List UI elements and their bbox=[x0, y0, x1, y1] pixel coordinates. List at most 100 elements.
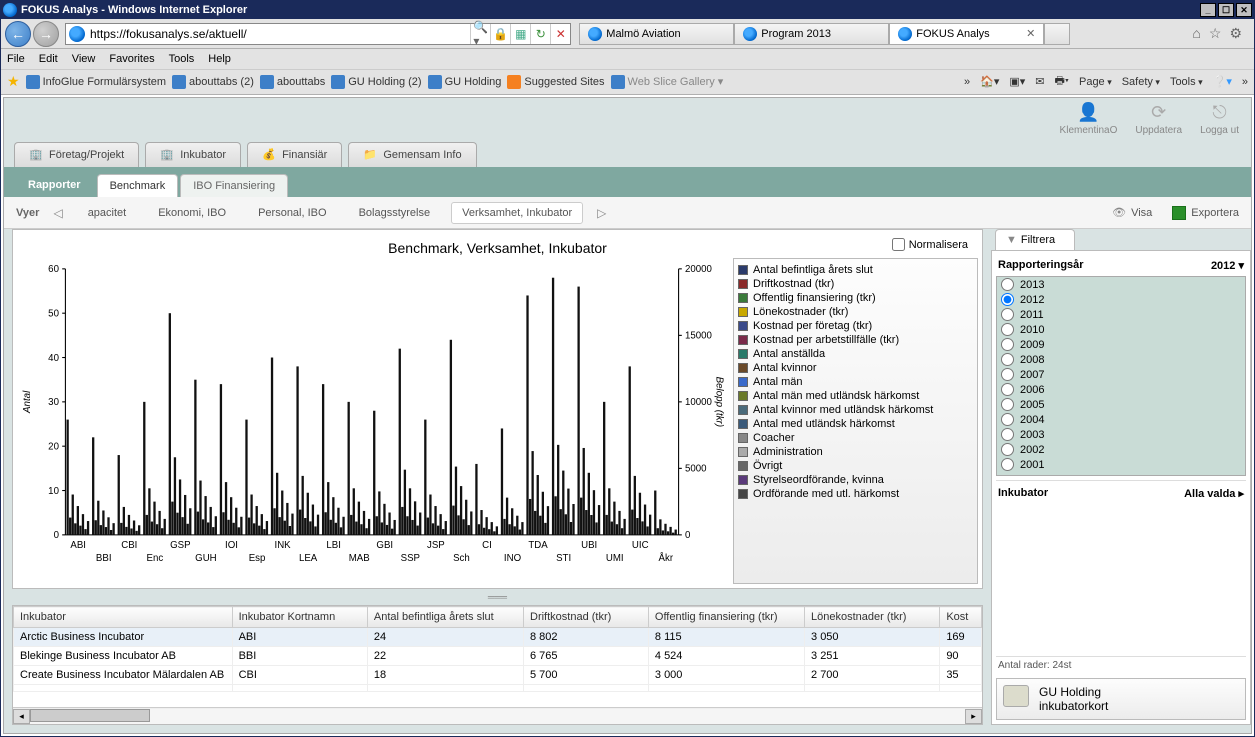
year-list[interactable]: 2013201220112010200920082007200620052004… bbox=[996, 276, 1246, 476]
grid-column-header[interactable]: Lönekostnader (tkr) bbox=[805, 607, 940, 628]
year-option[interactable]: 2009 bbox=[997, 337, 1245, 352]
refresh-action[interactable]: ⟳Uppdatera bbox=[1135, 102, 1182, 136]
year-option[interactable]: 2003 bbox=[997, 427, 1245, 442]
favorites-star-icon[interactable]: ☆ bbox=[1209, 25, 1222, 42]
home-icon[interactable]: ⌂ bbox=[1192, 25, 1200, 42]
chevrons-icon[interactable]: » bbox=[964, 76, 970, 88]
normalize-checkbox[interactable]: Normalisera bbox=[892, 238, 968, 251]
fav-guholding[interactable]: GU Holding bbox=[428, 75, 502, 89]
legend-item[interactable]: Antal män bbox=[738, 375, 973, 389]
year-option[interactable]: 2007 bbox=[997, 367, 1245, 382]
view-kapacitet[interactable]: apacitet bbox=[77, 202, 138, 224]
legend-item[interactable]: Styrelseordförande, kvinna bbox=[738, 473, 973, 487]
search-dropdown-icon[interactable]: 🔍▾ bbox=[470, 24, 490, 44]
url-input[interactable] bbox=[88, 27, 470, 41]
fav-infoglue[interactable]: InfoGlue Formulärsystem bbox=[26, 75, 166, 89]
year-option[interactable]: 2005 bbox=[997, 397, 1245, 412]
grid-column-header[interactable]: Antal befintliga årets slut bbox=[367, 607, 523, 628]
address-bar[interactable]: 🔍▾ 🔒 ▦ ↻ ✕ bbox=[65, 23, 571, 45]
chart-legend[interactable]: Antal befintliga årets slutDriftkostnad … bbox=[733, 258, 978, 584]
filter-inkubator-value[interactable]: Alla valda ▸ bbox=[1184, 487, 1244, 500]
gu-holding-card[interactable]: GU Holdinginkubatorkort bbox=[996, 678, 1246, 720]
year-option[interactable]: 2002 bbox=[997, 442, 1245, 457]
tools-menu[interactable]: Tools bbox=[1170, 76, 1203, 88]
filter-tab[interactable]: ▼Filtrera bbox=[995, 229, 1075, 250]
chevrons-icon[interactable]: » bbox=[1242, 76, 1248, 88]
logout-action[interactable]: ⎋Logga ut bbox=[1200, 102, 1239, 136]
back-button[interactable]: ← bbox=[5, 21, 31, 47]
ie-new-tab[interactable] bbox=[1044, 23, 1070, 45]
filter-year-value[interactable]: 2012 ▾ bbox=[1211, 259, 1244, 272]
exportera-action[interactable]: Exportera bbox=[1172, 206, 1239, 220]
ie-tab-malmo[interactable]: Malmö Aviation bbox=[579, 23, 734, 45]
table-row[interactable]: Create Business Incubator Mälardalen ABC… bbox=[14, 666, 982, 685]
scroll-thumb[interactable] bbox=[30, 709, 150, 722]
stop-button[interactable]: ✕ bbox=[550, 24, 570, 44]
year-option[interactable]: 2013 bbox=[997, 277, 1245, 292]
user-menu[interactable]: 👤KlementinaO bbox=[1060, 102, 1118, 136]
safety-menu[interactable]: Safety bbox=[1122, 76, 1160, 88]
maximize-button[interactable]: ☐ bbox=[1218, 3, 1234, 17]
fav-abouttabs2[interactable]: abouttabs (2) bbox=[172, 75, 254, 89]
security-lock-icon[interactable]: 🔒 bbox=[490, 24, 510, 44]
table-row[interactable]: Blekinge Business Incubator ABBBI226 765… bbox=[14, 647, 982, 666]
view-ekonomi[interactable]: Ekonomi, IBO bbox=[147, 202, 237, 224]
legend-item[interactable]: Antal anställda bbox=[738, 347, 973, 361]
refresh-button[interactable]: ↻ bbox=[530, 24, 550, 44]
home-dropdown-icon[interactable]: 🏠▾ bbox=[980, 75, 999, 88]
legend-item[interactable]: Kostnad per företag (tkr) bbox=[738, 319, 973, 333]
table-row[interactable] bbox=[14, 685, 982, 692]
splitter-handle[interactable]: ═══ bbox=[12, 593, 983, 601]
menu-help[interactable]: Help bbox=[208, 53, 231, 65]
legend-item[interactable]: Kostnad per arbetstillfälle (tkr) bbox=[738, 333, 973, 347]
legend-item[interactable]: Driftkostnad (tkr) bbox=[738, 277, 973, 291]
legend-item[interactable]: Övrigt bbox=[738, 459, 973, 473]
year-option[interactable]: 2010 bbox=[997, 322, 1245, 337]
add-favorite-icon[interactable]: ★ bbox=[7, 73, 20, 90]
tab-ibo-finansiering[interactable]: IBO Finansiering bbox=[180, 174, 288, 197]
grid-column-header[interactable]: Kost bbox=[940, 607, 982, 628]
view-bolagsstyrelse[interactable]: Bolagsstyrelse bbox=[348, 202, 442, 224]
menu-favorites[interactable]: Favorites bbox=[109, 53, 154, 65]
view-scroll-left[interactable]: ◁ bbox=[49, 206, 66, 220]
visa-action[interactable]: 👁Visa bbox=[1112, 206, 1152, 220]
print-icon[interactable]: 🖶▾ bbox=[1055, 72, 1069, 91]
view-personal[interactable]: Personal, IBO bbox=[247, 202, 337, 224]
page-menu[interactable]: Page bbox=[1079, 76, 1112, 88]
close-button[interactable]: ✕ bbox=[1236, 3, 1252, 17]
legend-item[interactable]: Lönekostnader (tkr) bbox=[738, 305, 973, 319]
tab-foretag[interactable]: 🏢Företag/Projekt bbox=[14, 142, 139, 167]
fav-suggested[interactable]: Suggested Sites bbox=[507, 75, 604, 89]
mail-icon[interactable]: ✉ bbox=[1035, 75, 1044, 88]
help-icon[interactable]: ❔▾ bbox=[1213, 75, 1232, 88]
legend-item[interactable]: Antal med utländsk härkomst bbox=[738, 417, 973, 431]
legend-item[interactable]: Antal befintliga årets slut bbox=[738, 263, 973, 277]
legend-item[interactable]: Antal män med utländsk härkomst bbox=[738, 389, 973, 403]
view-scroll-right[interactable]: ▷ bbox=[593, 206, 610, 220]
rss-icon[interactable]: ▣▾ bbox=[1009, 75, 1025, 88]
legend-item[interactable]: Offentlig finansiering (tkr) bbox=[738, 291, 973, 305]
year-option[interactable]: 2012 bbox=[997, 292, 1245, 307]
fav-guholding2[interactable]: GU Holding (2) bbox=[331, 75, 421, 89]
menu-file[interactable]: File bbox=[7, 53, 25, 65]
scroll-right-button[interactable]: ▸ bbox=[965, 709, 982, 724]
grid-column-header[interactable]: Inkubator Kortnamn bbox=[232, 607, 367, 628]
fav-abouttabs[interactable]: abouttabs bbox=[260, 75, 325, 89]
legend-item[interactable]: Antal kvinnor med utländsk härkomst bbox=[738, 403, 973, 417]
tab-benchmark[interactable]: Benchmark bbox=[97, 174, 179, 197]
ie-tab-fokus[interactable]: FOKUS Analys✕ bbox=[889, 23, 1044, 45]
grid-column-header[interactable]: Inkubator bbox=[14, 607, 233, 628]
year-option[interactable]: 2006 bbox=[997, 382, 1245, 397]
year-option[interactable]: 2008 bbox=[997, 352, 1245, 367]
menu-tools[interactable]: Tools bbox=[169, 53, 195, 65]
legend-item[interactable]: Coacher bbox=[738, 431, 973, 445]
menu-edit[interactable]: Edit bbox=[39, 53, 58, 65]
tab-close-icon[interactable]: ✕ bbox=[1026, 27, 1035, 40]
forward-button[interactable]: → bbox=[33, 21, 59, 47]
year-option[interactable]: 2011 bbox=[997, 307, 1245, 322]
minimize-button[interactable]: _ bbox=[1200, 3, 1216, 17]
tab-inkubator[interactable]: 🏢Inkubator bbox=[145, 142, 241, 167]
grid-column-header[interactable]: Offentlig finansiering (tkr) bbox=[648, 607, 804, 628]
fav-webslice[interactable]: Web Slice Gallery ▾ bbox=[611, 75, 724, 89]
compat-view-icon[interactable]: ▦ bbox=[510, 24, 530, 44]
